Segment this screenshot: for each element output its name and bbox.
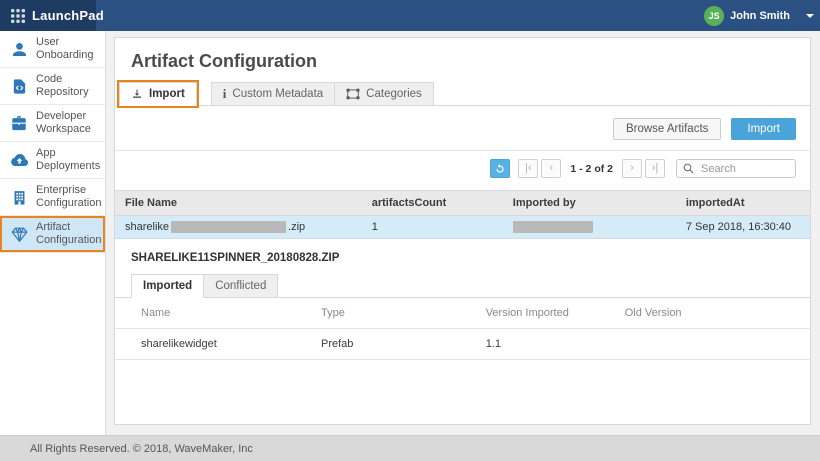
next-page-button[interactable]: › [622, 159, 642, 178]
search-icon [683, 163, 694, 174]
tab-label: Imported [143, 280, 192, 292]
prev-page-button[interactable]: ‹ [541, 159, 561, 178]
sidebar-item-label: Code Repository [36, 73, 99, 99]
column-name: Name [115, 298, 311, 329]
cell-version-imported: 1.1 [476, 329, 615, 360]
tab-import[interactable]: Import [119, 82, 197, 106]
cell-old-version [615, 329, 810, 360]
cell-artifacts-count: 1 [362, 216, 503, 239]
cell-imported-at: 7 Sep 2018, 16:30:40 [676, 216, 810, 239]
page-title: Artifact Configuration [115, 38, 810, 82]
cell-name: sharelikewidget [115, 329, 311, 360]
pagination-bar: |‹ ‹ 1 - 2 of 2 › ›| [115, 151, 810, 186]
refresh-button[interactable] [490, 159, 510, 178]
redacted-text [513, 221, 593, 233]
footer: All Rights Reserved. © 2018, WaveMaker, … [0, 435, 820, 461]
sidebar-item-label: Enterprise Configuration [36, 184, 101, 210]
app-grid-icon[interactable] [10, 8, 26, 24]
tab-label: Custom Metadata [232, 88, 323, 100]
main-tabs: Import i Custom Metadata Categories [115, 82, 810, 106]
column-file-name[interactable]: File Name [115, 191, 362, 216]
toolbar: Browse Artifacts Import [115, 106, 810, 151]
import-tab-content: Browse Artifacts Import |‹ ‹ 1 - 2 of 2 … [115, 105, 810, 360]
briefcase-icon [9, 113, 29, 133]
tab-imported[interactable]: Imported [131, 274, 204, 298]
cell-file-name: sharelike.zip [115, 216, 362, 239]
browse-artifacts-button[interactable]: Browse Artifacts [613, 118, 721, 140]
info-icon: i [223, 88, 227, 100]
redacted-text [171, 221, 286, 233]
column-version-imported: Version Imported [476, 298, 615, 329]
sidebar-item-app-deployments[interactable]: App Deployments [0, 142, 105, 179]
app-title: LaunchPad [32, 8, 104, 23]
footer-text: All Rights Reserved. © 2018, WaveMaker, … [30, 443, 253, 455]
page-range: 1 - 2 of 2 [570, 163, 613, 175]
detail-panel: SHARELIKE11SPINNER_20180828.ZIP Imported… [115, 239, 810, 360]
top-header: LaunchPad JS John Smith [0, 0, 820, 31]
building-icon [9, 187, 29, 207]
sidebar-item-artifact-configuration[interactable]: Artifact Configuration [0, 216, 105, 253]
tab-conflicted[interactable]: Conflicted [203, 274, 278, 298]
tab-label: Import [149, 88, 185, 100]
categories-icon [346, 88, 360, 100]
tab-categories[interactable]: Categories [334, 82, 434, 106]
search-box [676, 159, 796, 178]
sidebar-item-code-repository[interactable]: Code Repository [0, 68, 105, 105]
chevron-down-icon [806, 14, 814, 18]
user-icon [9, 39, 29, 59]
sidebar-item-label: App Deployments [36, 147, 100, 173]
main-card: Artifact Configuration Import i Custom M… [114, 37, 811, 425]
avatar: JS [704, 6, 724, 26]
column-old-version: Old Version [615, 298, 810, 329]
sidebar-item-developer-workspace[interactable]: Developer Workspace [0, 105, 105, 142]
sidebar-item-label: Artifact Configuration [36, 221, 101, 247]
search-input[interactable] [699, 162, 789, 176]
detail-table: Name Type Version Imported Old Version s… [115, 298, 810, 360]
cell-imported-by [503, 216, 676, 239]
column-type: Type [311, 298, 476, 329]
first-page-button[interactable]: |‹ [518, 159, 538, 178]
column-imported-by[interactable]: Imported by [503, 191, 676, 216]
sidebar-item-label: Developer Workspace [36, 110, 99, 136]
table-header-row: File Name artifactsCount Imported by imp… [115, 191, 810, 216]
last-page-button[interactable]: ›| [645, 159, 665, 178]
user-menu[interactable]: JS John Smith [704, 0, 814, 31]
table-row[interactable]: sharelike.zip 1 7 Sep 2018, 16:30:40 [115, 216, 810, 239]
detail-row[interactable]: sharelikewidget Prefab 1.1 [115, 329, 810, 360]
tab-label: Conflicted [215, 280, 266, 292]
sidebar-item-enterprise-configuration[interactable]: Enterprise Configuration [0, 179, 105, 216]
detail-header-row: Name Type Version Imported Old Version [115, 298, 810, 329]
user-name: John Smith [730, 10, 790, 22]
sidebar: User Onboarding Code Repository Develope… [0, 31, 106, 435]
tab-custom-metadata[interactable]: i Custom Metadata [211, 82, 335, 106]
detail-title: SHARELIKE11SPINNER_20180828.ZIP [115, 239, 810, 274]
tab-label: Categories [366, 88, 422, 100]
column-artifacts-count[interactable]: artifactsCount [362, 191, 503, 216]
cloud-upload-icon [9, 150, 29, 170]
download-icon [131, 88, 143, 100]
sidebar-item-user-onboarding[interactable]: User Onboarding [0, 31, 105, 68]
artifacts-table: File Name artifactsCount Imported by imp… [115, 190, 810, 239]
column-imported-at[interactable]: importedAt [676, 191, 810, 216]
detail-tabs: Imported Conflicted [115, 274, 810, 298]
cell-type: Prefab [311, 329, 476, 360]
logo-section[interactable]: LaunchPad [0, 0, 96, 31]
sidebar-item-label: User Onboarding [36, 36, 99, 62]
page: { "header": { "app_name": "LaunchPad", "… [0, 0, 820, 461]
import-button[interactable]: Import [731, 118, 796, 140]
diamond-icon [9, 224, 29, 244]
code-file-icon [9, 76, 29, 96]
